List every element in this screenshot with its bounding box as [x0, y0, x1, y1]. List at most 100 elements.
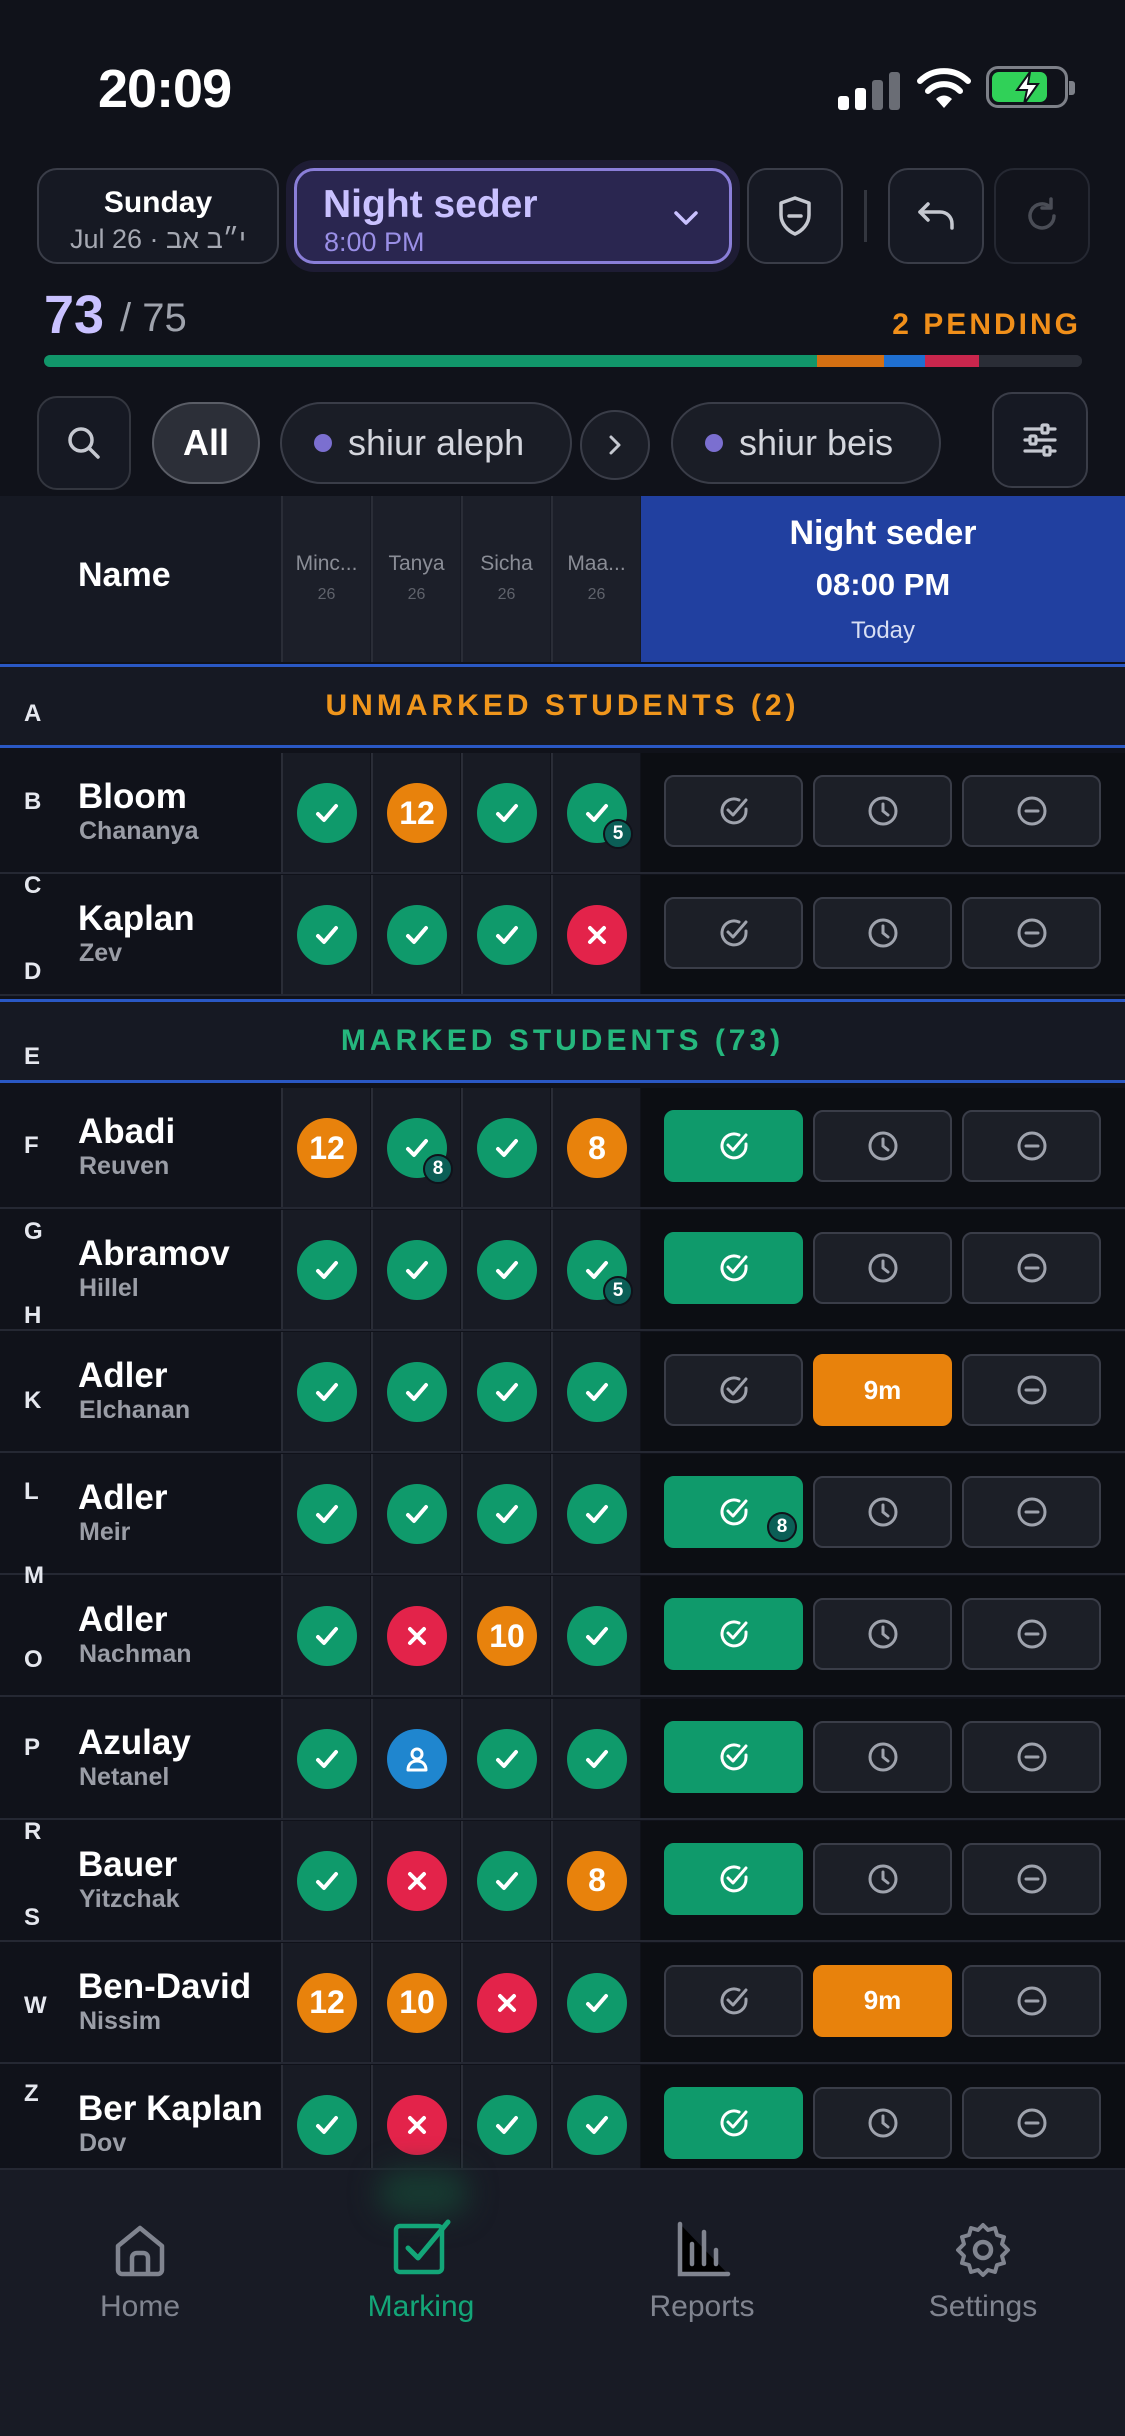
alpha-index-letter[interactable]: K [24, 1387, 41, 1415]
history-cell-mincha[interactable] [281, 875, 370, 994]
history-cell-sicha[interactable] [461, 1454, 550, 1574]
history-cell-sicha[interactable]: 10 [461, 1576, 550, 1696]
history-cell-tanya[interactable] [371, 875, 460, 994]
student-row[interactable]: Azulay Netanel [0, 1698, 1125, 1820]
student-row[interactable]: Adler Meir 8 [0, 1454, 1125, 1576]
alpha-index-letter[interactable]: P [24, 1734, 40, 1762]
mark-present-button[interactable] [664, 2086, 803, 2159]
undo-button[interactable] [888, 168, 984, 264]
history-cell-tanya[interactable]: 8 [371, 1088, 460, 1207]
alpha-index-letter[interactable]: M [24, 1562, 44, 1590]
mark-late-button[interactable] [813, 2086, 952, 2159]
history-cell-sicha[interactable] [461, 1942, 550, 2062]
alpha-index-letter[interactable]: W [24, 1992, 47, 2020]
alpha-index-letter[interactable]: D [24, 958, 41, 986]
history-cell-maamar[interactable]: 5 [551, 753, 640, 872]
tab-home[interactable]: Home [30, 2204, 250, 2324]
history-cell-mincha[interactable] [281, 753, 370, 872]
mark-absent-button[interactable] [962, 1110, 1101, 1182]
filter-expand-button[interactable] [580, 410, 650, 480]
mark-absent-button[interactable] [962, 2086, 1101, 2159]
history-cell-maamar[interactable] [551, 1698, 640, 1818]
history-cell-tanya[interactable]: 10 [371, 1942, 460, 2062]
mark-late-button[interactable] [813, 1598, 952, 1671]
column-header-maamar[interactable]: Maa... 26 [551, 496, 640, 662]
history-cell-sicha[interactable] [461, 1332, 550, 1452]
student-row[interactable]: Adler Elchanan 9m [0, 1332, 1125, 1454]
alpha-index-letter[interactable]: Z [24, 2080, 39, 2108]
history-cell-sicha[interactable] [461, 1698, 550, 1818]
alpha-index-letter[interactable]: R [24, 1818, 41, 1846]
history-cell-mincha[interactable] [281, 2064, 370, 2184]
mark-present-button[interactable] [664, 1232, 803, 1305]
mark-late-button[interactable]: 9m [813, 1354, 952, 1427]
mark-absent-button[interactable] [962, 775, 1101, 847]
history-cell-sicha[interactable] [461, 1820, 550, 1940]
alpha-index-letter[interactable]: C [24, 872, 41, 900]
mark-present-button[interactable] [664, 1354, 803, 1427]
mark-late-button[interactable]: 9m [813, 1964, 952, 2037]
date-selector[interactable]: Sunday Jul 26 · י״ב אב [37, 168, 279, 264]
history-cell-tanya[interactable] [371, 1454, 460, 1574]
history-cell-maamar[interactable] [551, 2064, 640, 2184]
history-cell-mincha[interactable] [281, 1820, 370, 1940]
mark-present-button[interactable] [664, 897, 803, 969]
mark-absent-button[interactable] [962, 1476, 1101, 1549]
alpha-index-letter[interactable]: H [24, 1302, 41, 1330]
mark-present-button[interactable]: 8 [664, 1476, 803, 1549]
mark-absent-button[interactable] [962, 1232, 1101, 1305]
history-cell-mincha[interactable] [281, 1698, 370, 1818]
history-cell-tanya[interactable] [371, 1820, 460, 1940]
history-cell-sicha[interactable] [461, 2064, 550, 2184]
alpha-index-letter[interactable]: E [24, 1043, 40, 1071]
search-button[interactable] [37, 396, 131, 490]
history-cell-tanya[interactable] [371, 1210, 460, 1330]
tab-reports[interactable]: Reports [592, 2204, 812, 2324]
history-cell-maamar[interactable] [551, 1576, 640, 1696]
mark-absent-button[interactable] [962, 1720, 1101, 1793]
mark-late-button[interactable] [813, 1232, 952, 1305]
history-cell-mincha[interactable] [281, 1332, 370, 1452]
column-header-mincha[interactable]: Minc... 26 [281, 496, 370, 662]
mark-present-button[interactable] [664, 1964, 803, 2037]
history-cell-mincha[interactable] [281, 1210, 370, 1330]
mark-late-button[interactable] [813, 1842, 952, 1915]
history-cell-tanya[interactable] [371, 1332, 460, 1452]
alpha-index-letter[interactable]: F [24, 1132, 39, 1160]
mark-absent-button[interactable] [962, 897, 1101, 969]
tab-settings[interactable]: Settings [873, 2204, 1093, 2324]
alpha-index-letter[interactable]: G [24, 1218, 43, 1246]
history-cell-mincha[interactable]: 12 [281, 1088, 370, 1207]
history-cell-sicha[interactable] [461, 875, 550, 994]
history-cell-sicha[interactable] [461, 1088, 550, 1207]
mark-late-button[interactable] [813, 1720, 952, 1793]
mark-absent-button[interactable] [962, 1598, 1101, 1671]
student-row[interactable]: Adler Nachman 10 [0, 1576, 1125, 1698]
filter-chip-shiur-beis[interactable]: shiur beis [671, 402, 941, 484]
history-cell-mincha[interactable]: 12 [281, 1942, 370, 2062]
history-cell-maamar[interactable]: 8 [551, 1820, 640, 1940]
student-row[interactable]: Abramov Hillel 5 [0, 1210, 1125, 1332]
student-row[interactable]: Abadi Reuven 12 8 8 [0, 1088, 1125, 1209]
mark-late-button[interactable] [813, 775, 952, 847]
student-row[interactable]: Ben-David Nissim 12 10 9m [0, 1942, 1125, 2064]
column-header-tanya[interactable]: Tanya 26 [371, 496, 460, 662]
history-cell-sicha[interactable] [461, 753, 550, 872]
mark-late-button[interactable] [813, 897, 952, 969]
mark-present-button[interactable] [664, 1720, 803, 1793]
filter-chip-shiur-aleph[interactable]: shiur aleph [280, 402, 572, 484]
mark-absent-button[interactable] [962, 1964, 1101, 2037]
student-row[interactable]: Bloom Chananya 12 5 [0, 753, 1125, 874]
alpha-index-letter[interactable]: S [24, 1904, 40, 1932]
history-cell-maamar[interactable]: 5 [551, 1210, 640, 1330]
mark-absent-button[interactable] [962, 1354, 1101, 1427]
column-header-name[interactable]: Name [78, 556, 171, 595]
mark-present-button[interactable] [664, 775, 803, 847]
history-cell-sicha[interactable] [461, 1210, 550, 1330]
history-cell-maamar[interactable] [551, 1332, 640, 1452]
history-cell-tanya[interactable] [371, 2064, 460, 2184]
alpha-index-letter[interactable]: L [24, 1478, 39, 1506]
history-cell-maamar[interactable] [551, 1454, 640, 1574]
filter-chip-all[interactable]: All [152, 402, 260, 484]
history-cell-tanya[interactable] [371, 1698, 460, 1818]
